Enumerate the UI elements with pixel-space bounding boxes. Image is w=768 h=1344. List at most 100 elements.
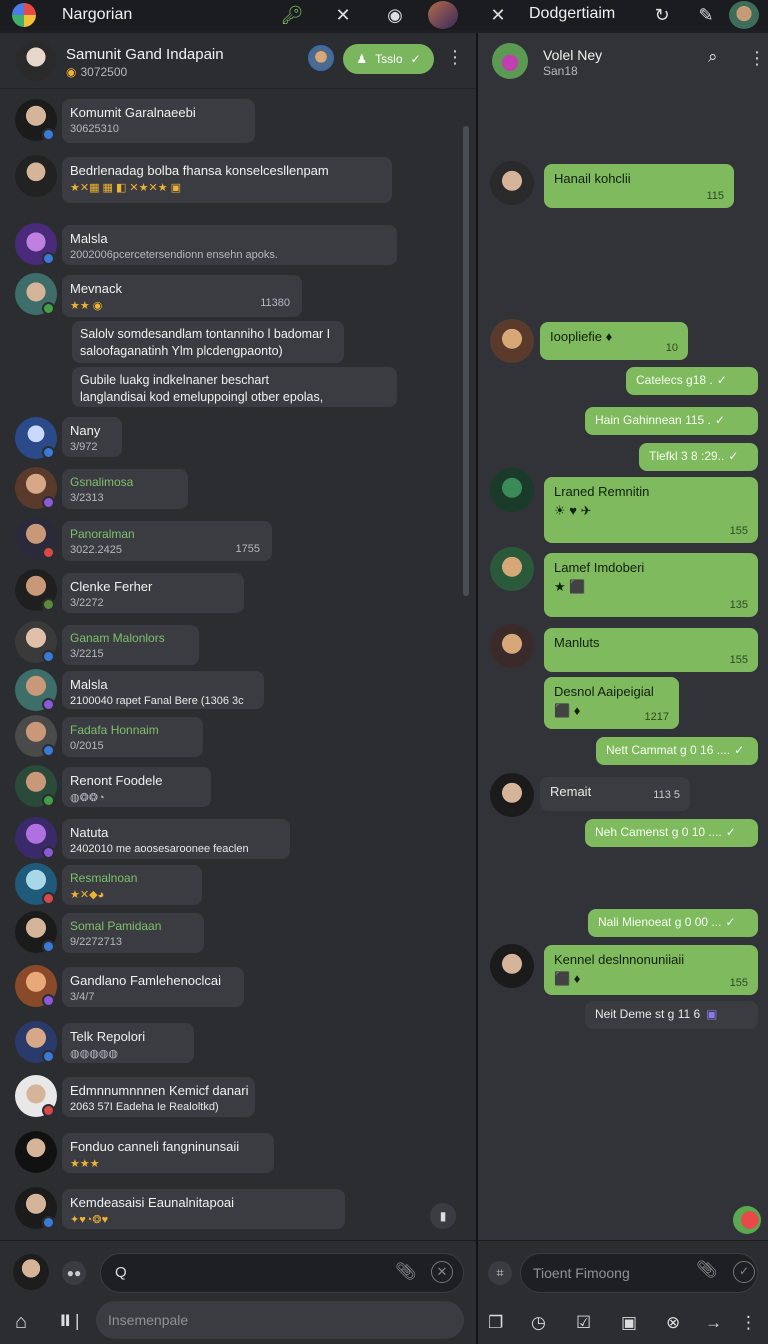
square-icon[interactable]: ▣ bbox=[621, 1313, 637, 1333]
bag-icon[interactable]: ❐ bbox=[488, 1313, 503, 1333]
key-icon[interactable]: 🔑︎ bbox=[280, 3, 304, 27]
incoming-message[interactable]: Remait 113 5 bbox=[540, 777, 690, 811]
incoming-message[interactable]: Lraned Remnitin ☀ ♥ ✈ 155 bbox=[544, 477, 758, 543]
status-badge-icon bbox=[42, 546, 55, 559]
home-icon[interactable]: ⌂ bbox=[15, 1311, 27, 1334]
incoming-message[interactable]: Kennel deslnnonuniiaii ⬛ ♦ 155 bbox=[544, 945, 758, 995]
scrollbar[interactable] bbox=[463, 126, 469, 596]
profile-avatar-icon[interactable] bbox=[729, 1, 759, 29]
conversation-title: Clenke Ferher bbox=[70, 579, 153, 594]
account-avatar[interactable] bbox=[16, 41, 56, 81]
refresh-icon[interactable]: ↻ bbox=[650, 3, 674, 27]
timestamp: 1755 bbox=[235, 543, 260, 555]
outgoing-message[interactable]: Hain Gahinnean 115 . ✓ bbox=[585, 407, 758, 435]
outgoing-message[interactable]: Nett Cammat g 0 16 .... ✓ bbox=[596, 737, 758, 765]
more-options-icon[interactable]: ⋮ bbox=[446, 47, 464, 68]
more-options-icon[interactable]: ⋮ bbox=[740, 1313, 757, 1333]
attach-icon[interactable]: 📎︎ bbox=[696, 1260, 718, 1280]
message-text: Desnol Aaipeigial bbox=[554, 684, 654, 699]
clear-icon[interactable]: ✕ bbox=[431, 1261, 453, 1283]
outgoing-message[interactable]: Catelecs g18 . ✓ bbox=[626, 367, 758, 395]
library-icon[interactable]: Ⅱ❘ bbox=[60, 1311, 84, 1331]
read-check-icon: ✓ bbox=[716, 373, 727, 387]
my-avatar[interactable] bbox=[13, 1254, 49, 1290]
message-bubble: Gandlano Famlehenoclcai 3/4/7 bbox=[62, 967, 244, 1007]
incoming-message[interactable]: Desnol Aaipeigial ⬛ ♦ 1217 bbox=[544, 677, 679, 729]
message-text: Nali Mienoeat g 0 00 ... bbox=[598, 915, 722, 929]
emoji-icon[interactable]: ●● bbox=[62, 1261, 86, 1285]
message-time: 115 bbox=[706, 190, 724, 202]
confirm-icon[interactable]: ✓ bbox=[733, 1261, 755, 1283]
status-button[interactable]: ♟ Tsslo ✓ bbox=[343, 44, 434, 74]
outgoing-message[interactable]: Neit Deme st g 11 6 ▣ bbox=[585, 1001, 758, 1029]
incoming-message[interactable]: Hanail kohclii 115 bbox=[544, 164, 734, 208]
message-text: Remait bbox=[550, 784, 592, 799]
verified-badge-icon bbox=[42, 1050, 55, 1063]
group-avatar-icon[interactable] bbox=[428, 1, 458, 29]
avatar bbox=[490, 161, 534, 205]
message-bubble: Edmnnumnnnen Kemicf danari 2063 57I Eade… bbox=[62, 1077, 255, 1117]
outgoing-message[interactable]: Neh Camenst g 0 10 .... ✓ bbox=[585, 819, 758, 847]
conversation-subtitle: 3/2272 bbox=[70, 597, 104, 609]
pending-icon: ▣ bbox=[706, 1007, 718, 1021]
conversation-title: Gsnalimosa bbox=[70, 475, 134, 489]
message-text: Neit Deme st g 11 6 bbox=[595, 1007, 701, 1021]
message-time: 113 5 bbox=[653, 789, 680, 801]
attach-icon[interactable]: 📎︎ bbox=[395, 1262, 417, 1282]
online-badge-icon bbox=[42, 794, 55, 807]
incoming-message[interactable]: Lamef Imdoberi ★ ⬛ 135 bbox=[544, 553, 758, 617]
verified-badge-icon bbox=[42, 128, 55, 141]
close-right-icon[interactable]: ✕ bbox=[486, 3, 510, 27]
app-logo-icon[interactable] bbox=[12, 3, 36, 27]
message-bubble: Ganam Malonlors 3/2215 bbox=[62, 625, 199, 665]
emoji-row: ☀ ♥ ✈ bbox=[554, 503, 592, 518]
edit-icon[interactable]: ✎ bbox=[694, 3, 718, 27]
avatar bbox=[490, 547, 534, 591]
bottom-search-field[interactable]: Insemenpale bbox=[96, 1301, 464, 1339]
message-bubble: Resmalnoan ★✕◆◕ bbox=[62, 865, 202, 905]
message-input[interactable]: Q 📎︎ ✕ bbox=[100, 1253, 464, 1293]
verified-badge-icon bbox=[42, 446, 55, 459]
search-icon[interactable]: ⌕ bbox=[708, 47, 718, 67]
top-bar: Nargorian 🔑︎ ✕ ◉ ✕ Dodgertiaim ↻ ✎ bbox=[0, 0, 768, 30]
cancel-icon[interactable]: ⊗ bbox=[666, 1313, 680, 1333]
outgoing-message[interactable]: Nali Mienoeat g 0 00 ... ✓ bbox=[588, 909, 758, 937]
incoming-message[interactable]: Ioopliefie ♦ 10 bbox=[540, 322, 688, 360]
contact-avatar[interactable] bbox=[308, 45, 334, 71]
message-bubble: Fadafa Honnaim 0/2015 bbox=[62, 717, 203, 757]
checkbox-icon[interactable]: ☑ bbox=[576, 1313, 591, 1333]
message-bubble: Komumit Garalnaeebi 30625310 bbox=[62, 99, 255, 143]
outgoing-message[interactable]: Tlefkl 3 8 :29.. ✓ bbox=[639, 443, 758, 471]
incoming-message[interactable]: Manluts 155 bbox=[544, 628, 758, 672]
read-check-icon: ✓ bbox=[725, 915, 736, 929]
forward-icon[interactable]: → bbox=[705, 1313, 722, 1333]
record-icon[interactable]: ◉ bbox=[383, 3, 407, 27]
conversation-title: Renont Foodele bbox=[70, 773, 163, 788]
chat-input[interactable]: Tioent Fimoong bbox=[520, 1253, 758, 1293]
chat-input-placeholder: Tioent Fimoong bbox=[533, 1265, 630, 1281]
chat-avatar[interactable] bbox=[492, 43, 528, 79]
conversation-subtitle: 2100040 rapet Fanal Bere (1306 3c bbox=[70, 695, 244, 707]
message-time: 155 bbox=[729, 654, 748, 666]
conversation-subtitle: ◍◍◍◍◍ bbox=[70, 1048, 118, 1060]
more-options-icon[interactable]: ⋮ bbox=[748, 48, 766, 69]
message-bubble: Clenke Ferher 3/2272 bbox=[62, 573, 244, 613]
conversation-title: Ganam Malonlors bbox=[70, 631, 165, 645]
conversation-subtitle: 3/2313 bbox=[70, 492, 104, 504]
chat-name: Volel Ney bbox=[543, 47, 603, 63]
timestamp: 11380 bbox=[260, 297, 290, 309]
avatar bbox=[490, 468, 534, 512]
right-window-title: Dodgertiaim bbox=[529, 5, 616, 22]
conversation-subtitle: 9/2272713 bbox=[70, 936, 122, 948]
new-chat-button[interactable] bbox=[733, 1206, 761, 1234]
close-icon[interactable]: ✕ bbox=[331, 3, 355, 27]
verified-badge-icon bbox=[42, 744, 55, 757]
status-badge-icon bbox=[42, 1104, 55, 1117]
clock-icon[interactable]: ◷ bbox=[531, 1313, 546, 1333]
conversation-title: Resmalnoan bbox=[70, 871, 138, 885]
message-text: Lamef Imdoberi bbox=[554, 560, 645, 575]
account-sub-text: 3072500 bbox=[80, 65, 128, 79]
grid-icon[interactable]: ⌗ bbox=[488, 1261, 512, 1285]
conversation-subtitle: 30625310 bbox=[70, 123, 119, 135]
scroll-bottom-icon[interactable]: ▮ bbox=[430, 1203, 456, 1229]
